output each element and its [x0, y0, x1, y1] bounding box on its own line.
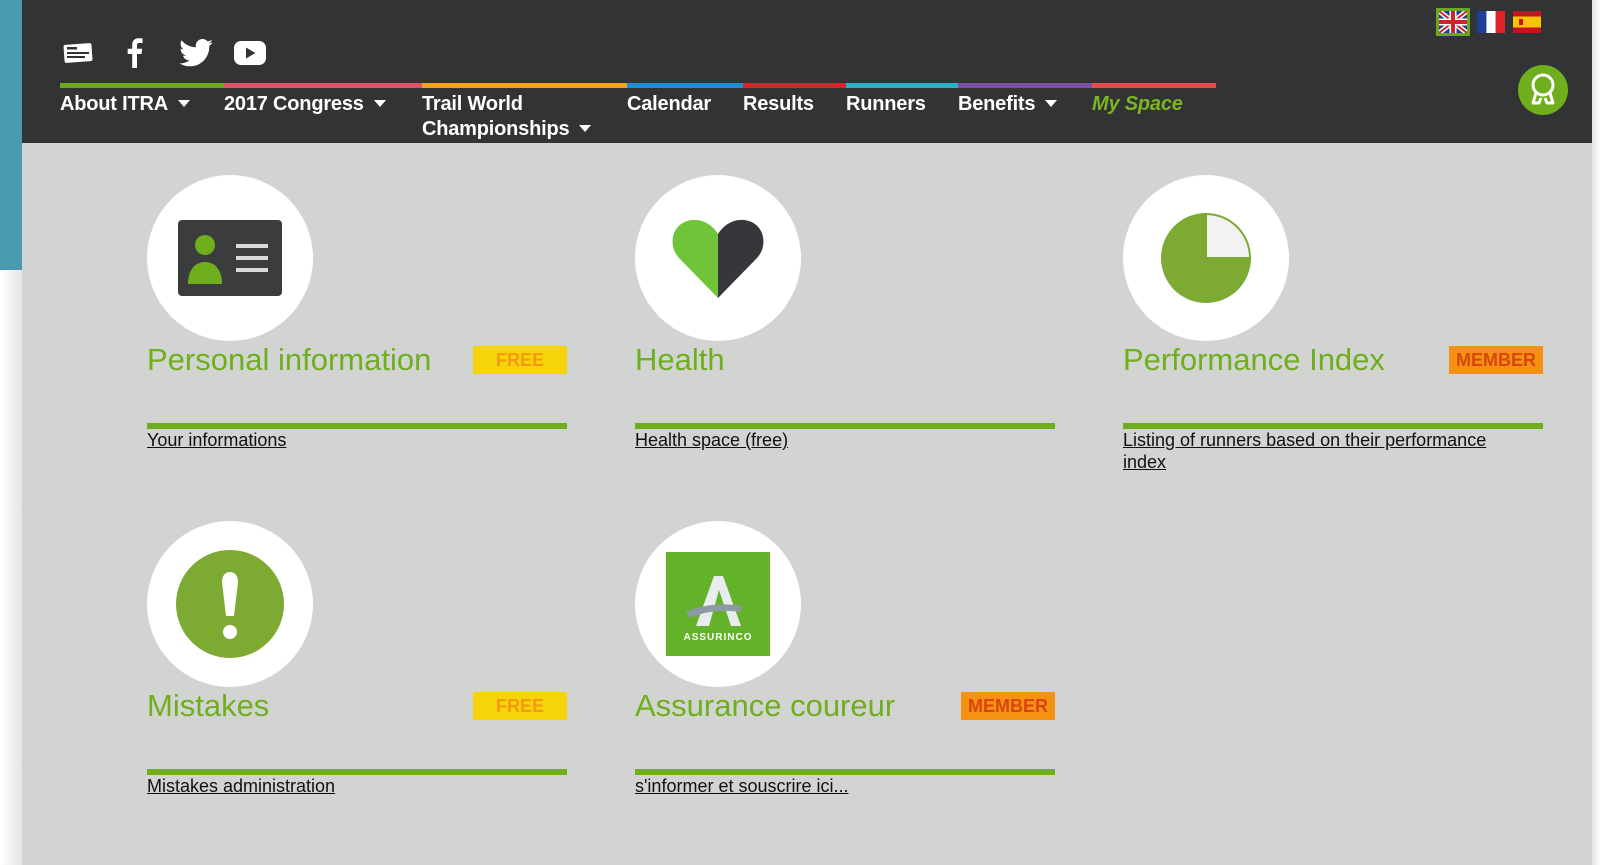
pie-chart-icon: [1161, 213, 1251, 303]
page-edge-strip: [0, 0, 22, 270]
chevron-down-icon: [1045, 100, 1058, 107]
nav-about-itra[interactable]: About ITRA: [60, 83, 224, 141]
nav-benefits[interactable]: Benefits: [958, 83, 1092, 141]
nav-2017-congress[interactable]: 2017 Congress: [224, 83, 422, 141]
card-mistakes: Mistakes FREE Mistakes administration: [147, 521, 567, 821]
nav-my-space[interactable]: My Space: [1092, 83, 1216, 141]
page-frame: About ITRA 2017 Congress Trail World Cha…: [22, 0, 1592, 865]
card-title[interactable]: Assurance coureur: [635, 688, 895, 724]
chevron-down-icon: [177, 100, 190, 107]
nav-calendar[interactable]: Calendar: [627, 83, 743, 141]
card-personal-information: Personal information FREE Your informati…: [147, 175, 567, 475]
member-badge: MEMBER: [1449, 346, 1543, 374]
twitter-icon[interactable]: [176, 36, 216, 70]
health-space-link[interactable]: Health space (free): [635, 429, 1025, 451]
page-edge-shadow: [0, 270, 22, 865]
card-title[interactable]: Performance Index: [1123, 342, 1385, 378]
heart-icon-circle: [635, 175, 801, 341]
id-card-icon-circle: [147, 175, 313, 341]
nav-trail-world-line1: Trail World: [422, 93, 523, 115]
id-card-icon: [178, 220, 282, 296]
card-title[interactable]: Mistakes: [147, 688, 269, 724]
pie-chart-icon-circle: [1123, 175, 1289, 341]
chevron-down-icon: [373, 100, 386, 107]
nav-trail-world-championships[interactable]: Trail World Championships: [422, 83, 627, 141]
assurinco-logo-text: ASSURINCO: [683, 632, 752, 643]
nav-results-label: Results: [743, 93, 814, 115]
nav-results[interactable]: Results: [743, 83, 846, 141]
nav-2017-congress-label: 2017 Congress: [224, 93, 364, 115]
newsletter-icon[interactable]: [58, 36, 98, 70]
nav-calendar-label: Calendar: [627, 93, 711, 115]
nav-about-itra-label: About ITRA: [60, 93, 168, 115]
flag-spain-icon[interactable]: [1513, 11, 1541, 33]
youtube-icon[interactable]: [230, 36, 270, 70]
exclamation-icon-circle: [147, 521, 313, 687]
nav-my-space-label: My Space: [1092, 93, 1183, 115]
exclamation-icon: [176, 550, 284, 658]
your-informations-link[interactable]: Your informations: [147, 429, 537, 451]
flag-france-icon[interactable]: [1477, 11, 1505, 33]
nav-trail-world-line2: Championships: [422, 118, 570, 140]
site-header: About ITRA 2017 Congress Trail World Cha…: [22, 0, 1592, 143]
card-title[interactable]: Personal information: [147, 342, 431, 378]
souscrire-link[interactable]: s'informer et souscrire ici...: [635, 775, 1025, 797]
free-badge: FREE: [473, 692, 567, 720]
nav-runners-label: Runners: [846, 93, 926, 115]
heart-icon: [672, 219, 764, 298]
member-badge: MEMBER: [961, 692, 1055, 720]
chevron-down-icon: [579, 125, 592, 132]
card-title[interactable]: Health: [635, 342, 725, 378]
performance-index-link[interactable]: Listing of runners based on their perfor…: [1123, 429, 1513, 473]
card-health: Health Health space (free): [635, 175, 1055, 475]
assurinco-logo: ASSURINCO: [666, 552, 770, 656]
page-edge-shadow-right: [1592, 0, 1600, 865]
nav-runners[interactable]: Runners: [846, 83, 958, 141]
facebook-icon[interactable]: [114, 36, 154, 70]
flag-uk-icon[interactable]: [1436, 8, 1470, 36]
user-account-icon[interactable]: [1518, 65, 1568, 115]
mistakes-administration-link[interactable]: Mistakes administration: [147, 775, 537, 797]
nav-benefits-label: Benefits: [958, 93, 1036, 115]
card-performance-index: Performance Index MEMBER Listing of runn…: [1123, 175, 1543, 475]
assurinco-logo-circle: ASSURINCO: [635, 521, 801, 687]
free-badge: FREE: [473, 346, 567, 374]
card-assurance-coureur: ASSURINCO Assurance coureur MEMBER s'inf…: [635, 521, 1055, 821]
